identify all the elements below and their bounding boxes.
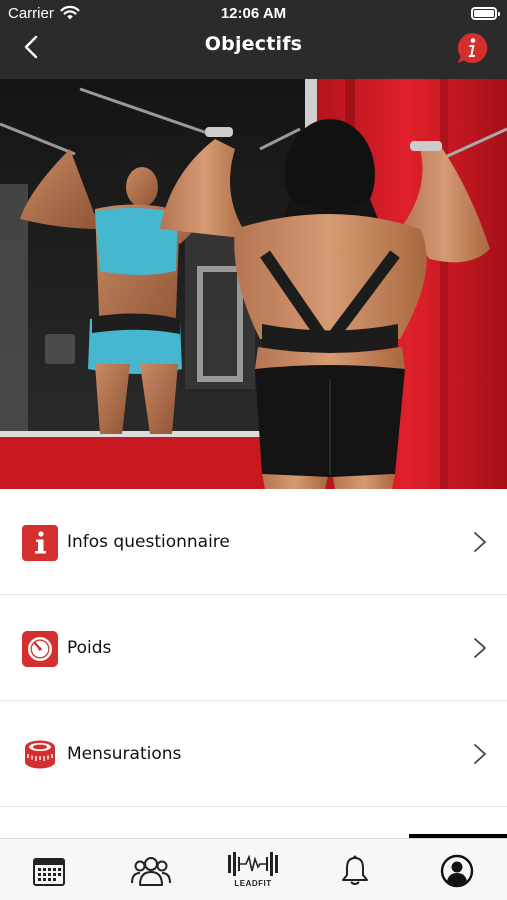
page-title: Objectifs	[204, 33, 303, 55]
clock: 12:06 AM	[220, 5, 287, 22]
menu-item-mensurations[interactable]: Mensurations	[0, 701, 507, 807]
menu-item-poids[interactable]: Poids	[0, 595, 507, 701]
dumbbell-logo-icon	[228, 852, 278, 876]
menu-item-label: Infos questionnaire	[67, 532, 230, 552]
tape-measure-icon	[25, 740, 55, 769]
chevron-right-icon	[474, 744, 486, 764]
info-icon	[22, 525, 58, 561]
hero-image	[0, 79, 507, 489]
profile-icon	[440, 854, 474, 888]
battery-icon	[471, 7, 500, 20]
top-bar: Carrier 12:06 AM Objectifs	[0, 0, 507, 79]
menu-item-infos-questionnaire[interactable]: Infos questionnaire	[0, 489, 507, 595]
tab-notifications[interactable]	[325, 849, 385, 893]
tab-community[interactable]	[121, 849, 181, 893]
tab-home-logo[interactable]: LEADFIT	[224, 849, 282, 889]
calendar-icon	[33, 858, 65, 886]
status-bar: Carrier 12:06 AM	[0, 0, 507, 28]
tab-bar: LEADFIT	[0, 838, 507, 900]
info-icon[interactable]	[455, 31, 489, 65]
chevron-right-icon	[474, 638, 486, 658]
tab-profile[interactable]	[427, 849, 487, 893]
chevron-right-icon	[474, 532, 486, 552]
goals-menu: Infos questionnaire Poids Mensurations	[0, 489, 507, 807]
gym-photo	[0, 79, 507, 489]
tab-calendar[interactable]	[19, 849, 79, 893]
logo-text: LEADFIT	[234, 879, 272, 888]
menu-item-label: Mensurations	[67, 744, 182, 764]
users-icon	[131, 857, 171, 886]
scale-icon	[22, 631, 58, 667]
menu-item-label: Poids	[67, 638, 112, 658]
bell-icon	[342, 855, 368, 885]
